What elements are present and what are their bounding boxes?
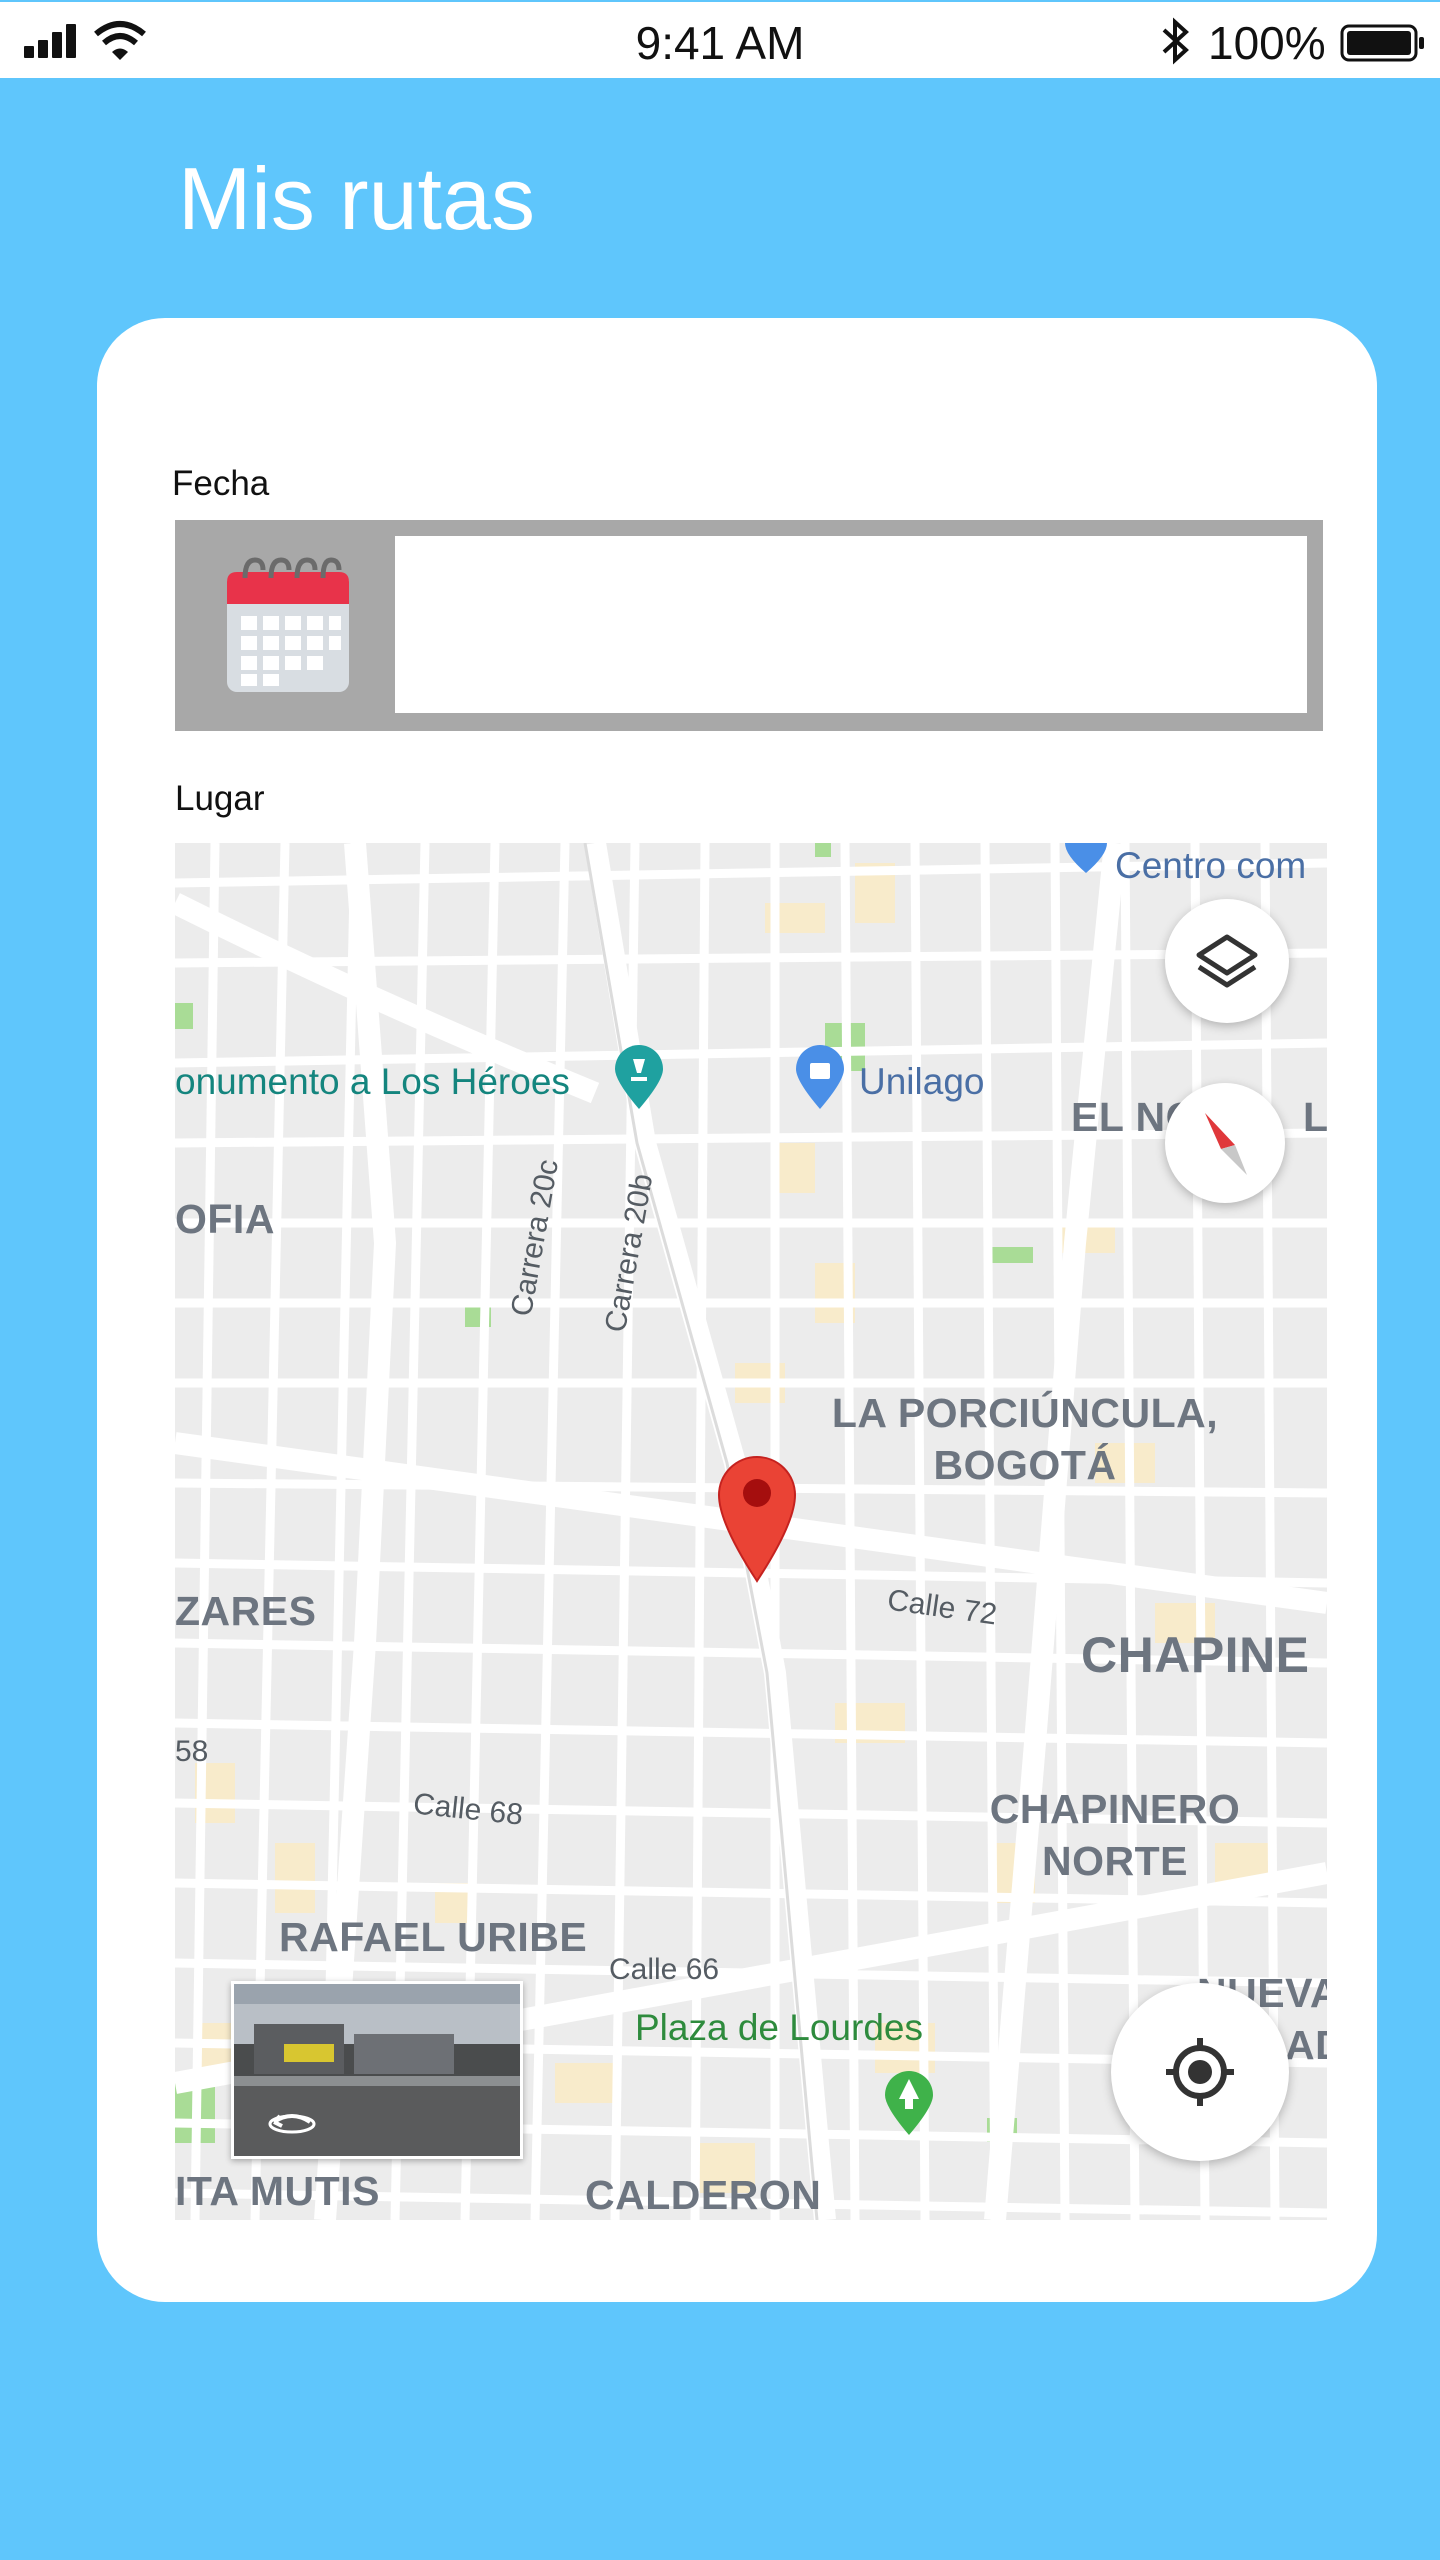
map-label-poi: Unilago <box>859 1061 985 1102</box>
map-label-district: ITA MUTIS <box>175 2168 380 2214</box>
map-label-district: RAFAEL URIBE <box>279 1914 588 1960</box>
battery-percent: 100% <box>1208 17 1326 69</box>
poi-pin-icon <box>1065 843 1107 873</box>
shopping-pin-icon <box>796 1045 844 1109</box>
map-label-district: LA PORCIÚNCULA, BOGOTÁ <box>831 1390 1219 1488</box>
layers-button[interactable] <box>1165 899 1289 1023</box>
bluetooth-icon <box>1162 17 1189 65</box>
map-label-district: OFIA <box>175 1196 275 1242</box>
date-picker <box>175 520 1323 731</box>
page-title: Mis rutas <box>178 149 535 248</box>
map-label-district: L <box>1303 1094 1327 1140</box>
map-label-district: AD <box>1285 2022 1327 2068</box>
place-label: Lugar <box>175 779 265 818</box>
date-label: Fecha <box>172 464 270 503</box>
battery-icon <box>1340 24 1424 62</box>
map-label-street: 58 <box>175 1735 209 1768</box>
map-label-district: CALDERON <box>585 2172 822 2218</box>
map-label-district: CHAPINERO NORTE <box>989 1786 1241 1884</box>
street-view-thumbnail[interactable] <box>231 1981 523 2159</box>
park-pin-icon <box>885 2071 933 2135</box>
map-view[interactable]: Centro com onumento a Los Héroes Unilago… <box>175 843 1327 2220</box>
map-label-district: ZARES <box>175 1588 317 1634</box>
monument-pin-icon <box>615 1045 663 1109</box>
compass-icon <box>1205 1113 1247 1175</box>
map-label-poi: Centro com <box>1115 845 1307 886</box>
layers-icon <box>1196 934 1258 988</box>
status-bar: 9:41 AM 100% <box>0 0 1440 78</box>
date-input[interactable] <box>395 536 1307 713</box>
street-view-image <box>234 1984 520 2156</box>
calendar-icon[interactable] <box>225 556 351 694</box>
map-label-district: CHAPINE <box>1081 1627 1310 1683</box>
map-label-poi: Plaza de Lourdes <box>635 2007 923 2048</box>
crosshair-icon <box>1166 2038 1234 2106</box>
map-label-street: Calle 66 <box>609 1953 720 1986</box>
map-label-poi: onumento a Los Héroes <box>175 1061 570 1102</box>
my-location-button[interactable] <box>1111 1983 1289 2161</box>
compass-button[interactable] <box>1165 1083 1285 1203</box>
location-pin-icon[interactable] <box>715 1453 799 1583</box>
